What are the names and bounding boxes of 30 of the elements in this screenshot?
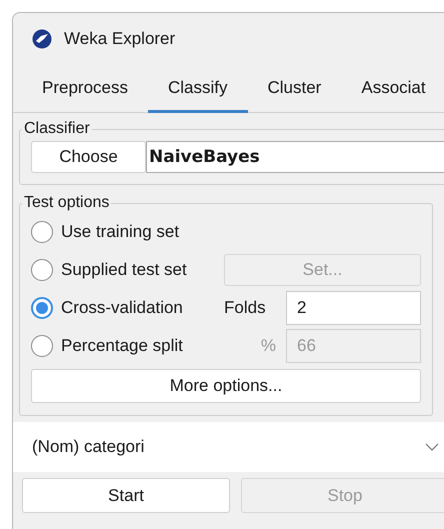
chevron-down-icon bbox=[425, 443, 439, 451]
option-label: Use training set bbox=[61, 221, 180, 244]
input-field[interactable]: 2 bbox=[286, 291, 421, 325]
option-label: Percentage split bbox=[61, 335, 183, 358]
class-dropdown[interactable]: (Nom) categori bbox=[13, 422, 444, 472]
option-label: Cross-validation bbox=[61, 297, 183, 320]
radio-option[interactable]: Cross-validation bbox=[31, 295, 224, 321]
option-label: Supplied test set bbox=[61, 259, 187, 282]
radio-option[interactable]: Use training set bbox=[31, 219, 224, 245]
start-button[interactable]: Start bbox=[22, 478, 230, 513]
classifier-name-field[interactable]: NaiveBayes bbox=[146, 141, 444, 173]
radio-button[interactable] bbox=[31, 297, 53, 319]
tab[interactable]: Associat bbox=[341, 65, 444, 113]
tab[interactable]: Preprocess bbox=[22, 65, 148, 113]
field-label: Folds bbox=[224, 297, 267, 320]
radio-button[interactable] bbox=[31, 335, 53, 357]
radio-option[interactable]: Percentage split bbox=[31, 333, 224, 359]
group-label: Test options bbox=[23, 193, 110, 213]
radio-button[interactable] bbox=[31, 259, 53, 281]
bird-logo-icon bbox=[32, 29, 52, 49]
field-label: % bbox=[260, 335, 277, 358]
radio-option[interactable]: Supplied test set bbox=[31, 257, 224, 283]
more-options-button[interactable]: More options... bbox=[31, 369, 421, 403]
tab[interactable]: Classify bbox=[148, 65, 248, 113]
group-label: Classifier bbox=[23, 119, 91, 139]
choose-button[interactable]: Choose bbox=[31, 141, 146, 173]
dropdown-value: (Nom) categori bbox=[32, 436, 146, 458]
tab[interactable]: Cluster bbox=[248, 65, 342, 113]
window-title: Weka Explorer bbox=[64, 28, 176, 50]
radio-button[interactable] bbox=[31, 221, 53, 243]
